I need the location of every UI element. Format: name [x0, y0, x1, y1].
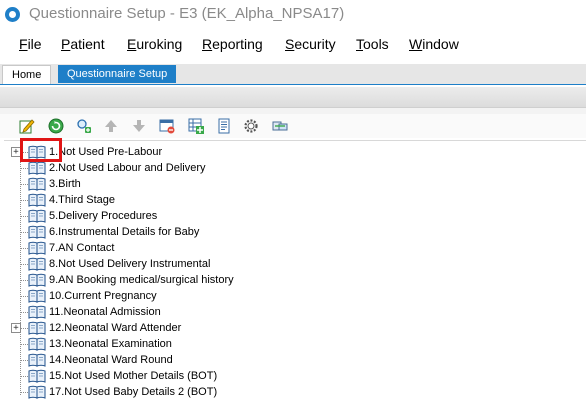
search-add-icon[interactable] — [76, 118, 92, 134]
menu-patient[interactable]: Patient — [61, 36, 105, 52]
tree-item[interactable]: 5.Delivery Procedures — [4, 208, 564, 224]
toolbar — [0, 114, 586, 138]
book-icon — [28, 161, 46, 175]
add-icon[interactable] — [48, 118, 64, 134]
book-icon — [28, 289, 46, 303]
remove-item-icon[interactable] — [159, 118, 175, 134]
tree-item[interactable]: 13.Neonatal Examination — [4, 336, 564, 352]
menu-window[interactable]: Window — [409, 36, 459, 52]
move-up-icon[interactable] — [103, 118, 119, 134]
tree-item[interactable]: 4.Third Stage — [4, 192, 564, 208]
move-down-icon[interactable] — [131, 118, 147, 134]
book-icon — [28, 369, 46, 383]
book-icon — [28, 225, 46, 239]
menu-euroking[interactable]: Euroking — [127, 36, 182, 52]
tree-item-label: 12.Neonatal Ward Attender — [49, 322, 182, 334]
menu-file[interactable]: File — [19, 36, 42, 52]
book-icon — [28, 321, 46, 335]
tree-item-label: 3.Birth — [49, 178, 81, 190]
book-icon — [28, 353, 46, 367]
tree-item-label: 4.Third Stage — [49, 194, 116, 206]
add-table-icon[interactable] — [188, 118, 204, 134]
tree-item-label: 1.Not Used Pre-Labour — [49, 146, 163, 158]
tab-bar: Home Questionnaire Setup — [0, 64, 586, 85]
book-icon — [28, 305, 46, 319]
tree-item[interactable]: +12.Neonatal Ward Attender — [4, 320, 564, 336]
tree-item-label: 7.AN Contact — [49, 242, 115, 254]
tree-item-label: 15.Not Used Mother Details (BOT) — [49, 370, 218, 382]
book-icon — [28, 273, 46, 287]
tree-item-label: 2.Not Used Labour and Delivery — [49, 162, 206, 174]
tree-item-label: 13.Neonatal Examination — [49, 338, 172, 350]
tree-item-label: 9.AN Booking medical/surgical history — [49, 274, 234, 286]
tab-home[interactable]: Home — [2, 65, 52, 84]
tree-item[interactable]: 10.Current Pregnancy — [4, 288, 564, 304]
app-logo-icon — [5, 7, 20, 22]
questionnaire-tree: +1.Not Used Pre-Labour 2.Not Used Labour … — [4, 140, 586, 403]
tree-item[interactable]: +1.Not Used Pre-Labour — [4, 144, 564, 160]
highlight-box — [20, 138, 62, 162]
link-icon[interactable] — [272, 118, 288, 134]
tree-item-label: 17.Not Used Baby Details 2 (BOT) — [49, 386, 218, 398]
book-icon — [28, 209, 46, 223]
tree-item[interactable]: 2.Not Used Labour and Delivery — [4, 160, 564, 176]
settings-gear-icon[interactable] — [243, 118, 259, 134]
tree-item[interactable]: 3.Birth — [4, 176, 564, 192]
menu-security[interactable]: Security — [285, 36, 336, 52]
tree-item[interactable]: 14.Neonatal Ward Round — [4, 352, 564, 368]
title-bar: Questionnaire Setup - E3 (EK_Alpha_NPSA1… — [0, 0, 586, 30]
book-icon — [28, 337, 46, 351]
tree-item-label: 10.Current Pregnancy — [49, 290, 157, 302]
tree-item[interactable]: 6.Instrumental Details for Baby — [4, 224, 564, 240]
tree-item-label: 14.Neonatal Ward Round — [49, 354, 173, 366]
tree-item[interactable]: 8.Not Used Delivery Instrumental — [4, 256, 564, 272]
menu-tools[interactable]: Tools — [356, 36, 389, 52]
menu-bar: File Patient Euroking Reporting Security… — [0, 30, 586, 58]
tree-item[interactable]: 15.Not Used Mother Details (BOT) — [4, 368, 564, 384]
tree-item-label: 8.Not Used Delivery Instrumental — [49, 258, 211, 270]
tree-item-label: 5.Delivery Procedures — [49, 210, 158, 222]
document-icon[interactable] — [216, 118, 232, 134]
book-icon — [28, 193, 46, 207]
window-title: Questionnaire Setup - E3 (EK_Alpha_NPSA1… — [29, 5, 345, 22]
edit-icon[interactable] — [19, 118, 35, 134]
tree-item[interactable]: 7.AN Contact — [4, 240, 564, 256]
expand-icon[interactable]: + — [11, 323, 21, 333]
tree-item-label: 11.Neonatal Admission — [49, 306, 161, 318]
book-icon — [28, 257, 46, 271]
tree-item-label: 6.Instrumental Details for Baby — [49, 226, 200, 238]
book-icon — [28, 177, 46, 191]
tab-questionnaire-setup[interactable]: Questionnaire Setup — [58, 65, 177, 83]
menu-reporting[interactable]: Reporting — [202, 36, 263, 52]
book-icon — [28, 241, 46, 255]
tree-item[interactable]: 17.Not Used Baby Details 2 (BOT) — [4, 384, 564, 400]
book-icon — [28, 385, 46, 399]
ribbon-bar — [0, 87, 586, 108]
tree-item[interactable]: 9.AN Booking medical/surgical history — [4, 272, 564, 288]
tree-item[interactable]: 11.Neonatal Admission — [4, 304, 564, 320]
